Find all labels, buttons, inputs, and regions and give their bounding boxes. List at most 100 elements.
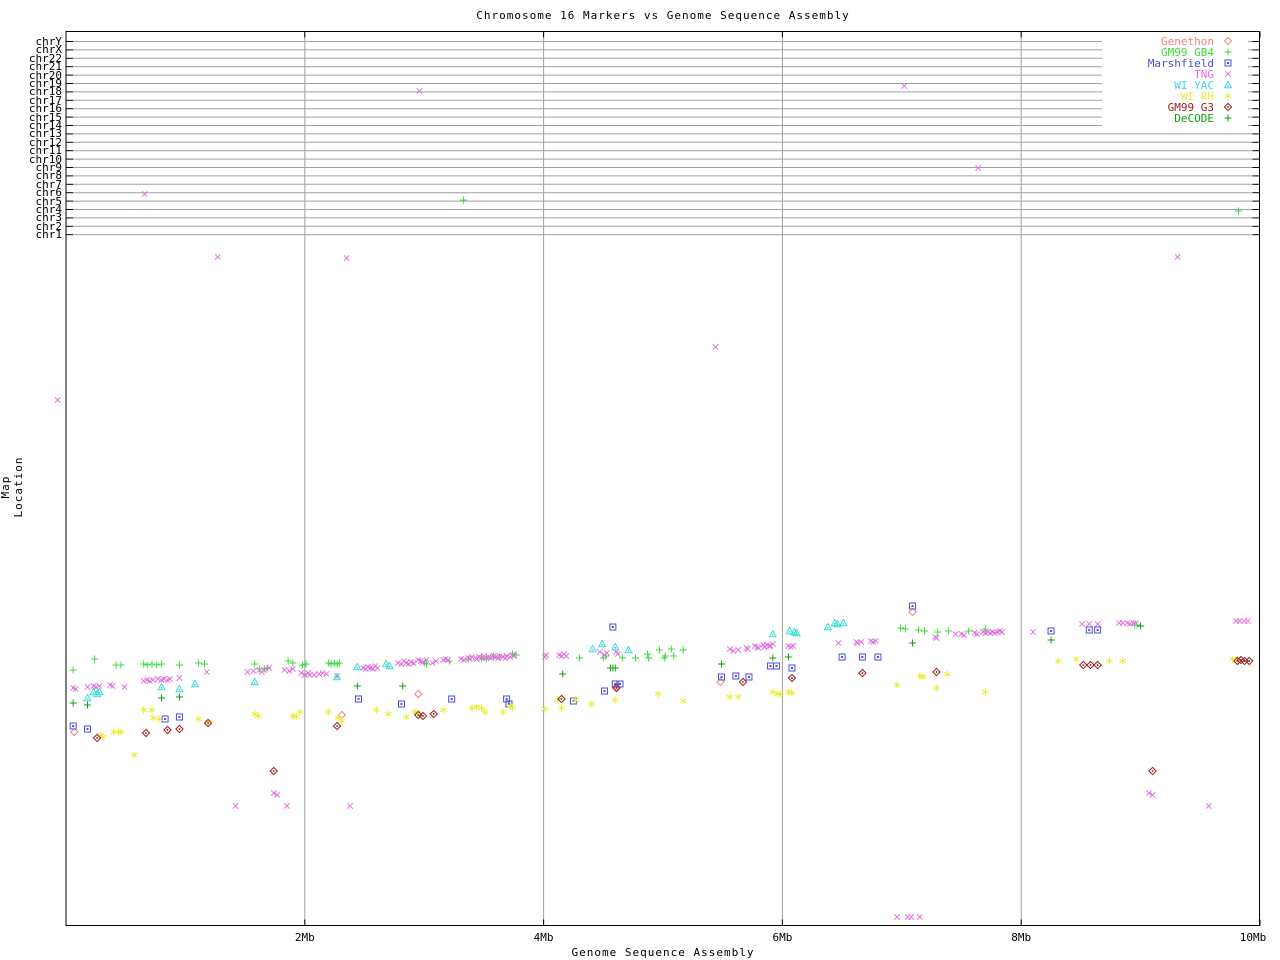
data-point <box>512 651 520 659</box>
data-point <box>347 802 354 810</box>
data-point <box>1151 770 1154 772</box>
data-point <box>836 624 839 626</box>
data-point <box>614 650 621 658</box>
data-point <box>311 671 318 679</box>
data-point <box>726 693 734 701</box>
legend-item-marshfield: Marshfield <box>1147 56 1214 70</box>
data-point <box>141 190 148 198</box>
data-point <box>1106 657 1113 665</box>
data-point <box>1094 620 1101 628</box>
data-point <box>175 693 183 701</box>
data-point <box>916 913 923 921</box>
data-point <box>1236 617 1243 625</box>
data-point <box>933 684 940 692</box>
data-point <box>643 650 651 658</box>
data-point <box>84 683 91 691</box>
data-point <box>336 725 338 727</box>
data-point <box>627 650 630 652</box>
data-point <box>357 698 360 700</box>
data-point <box>679 697 687 705</box>
data-point <box>615 687 618 689</box>
data-point <box>272 770 275 772</box>
data-point <box>69 666 77 674</box>
data-point <box>195 659 203 667</box>
data-point <box>499 708 507 716</box>
x-axis-label: Genome Sequence Assembly <box>571 946 755 959</box>
data-point <box>575 654 583 662</box>
data-point <box>413 689 423 699</box>
data-point <box>876 656 879 658</box>
data-point <box>399 682 407 690</box>
data-point <box>175 661 183 669</box>
data-point <box>965 627 973 635</box>
legend-item-gm99-gb4: GM99 GB4 <box>1161 45 1214 59</box>
data-point <box>281 666 288 674</box>
data-point <box>86 698 89 700</box>
data-point <box>190 679 200 688</box>
data-point <box>915 626 923 634</box>
data-point <box>841 656 844 658</box>
data-point <box>92 692 95 694</box>
data-point <box>611 642 620 651</box>
data-point <box>251 660 259 668</box>
data-point <box>157 682 166 691</box>
data-point <box>1119 657 1127 665</box>
data-point <box>563 652 570 660</box>
data-point <box>861 672 864 674</box>
data-point <box>306 671 313 679</box>
data-point <box>175 684 184 693</box>
data-point <box>121 683 128 691</box>
data-point <box>117 661 125 669</box>
data-point <box>250 677 259 686</box>
data-point <box>155 715 163 723</box>
data-point <box>1082 664 1085 666</box>
data-point <box>835 639 842 647</box>
data-point <box>560 698 563 700</box>
data-point <box>769 654 777 662</box>
data-point <box>195 715 202 723</box>
data-point <box>982 688 989 696</box>
data-point <box>110 728 118 736</box>
data-point <box>559 670 567 678</box>
data-point <box>1047 636 1055 644</box>
data-point <box>164 718 167 720</box>
data-point <box>373 706 380 714</box>
data-point <box>679 646 687 654</box>
data-point <box>769 665 772 667</box>
x-tick-label-8Mb: 8Mb <box>1011 931 1032 944</box>
data-point <box>619 683 622 685</box>
data-point <box>232 802 239 810</box>
data-point <box>826 627 829 629</box>
data-point <box>632 654 640 662</box>
legend-item-wi-yac: WI YAC <box>1174 78 1214 92</box>
data-point <box>618 654 626 662</box>
data-point <box>178 716 181 718</box>
data-point <box>1137 622 1145 630</box>
plot-border <box>65 31 1260 926</box>
data-point <box>374 664 381 672</box>
data-point <box>603 649 610 657</box>
data-point <box>96 737 98 739</box>
data-point <box>336 677 338 679</box>
data-point <box>283 802 290 810</box>
data-point <box>795 633 798 635</box>
data-point <box>1227 62 1229 64</box>
data-point <box>356 667 359 669</box>
data-point <box>86 728 89 730</box>
data-point <box>422 715 424 717</box>
data-point <box>624 645 633 654</box>
data-point <box>296 708 304 716</box>
legend-item-tng: TNG <box>1194 67 1214 81</box>
x-tick-label-6Mb: 6Mb <box>772 931 793 944</box>
data-point <box>207 722 209 724</box>
data-point <box>201 660 209 668</box>
data-point <box>1054 657 1062 665</box>
data-point <box>908 913 915 921</box>
data-point <box>1079 620 1086 628</box>
data-point <box>1089 664 1092 666</box>
data-point <box>920 627 928 635</box>
data-point <box>417 714 420 716</box>
data-point <box>768 629 778 638</box>
chart-title: Chromosome 16 Markers vs Genome Sequence… <box>476 9 850 22</box>
data-point <box>611 626 614 628</box>
